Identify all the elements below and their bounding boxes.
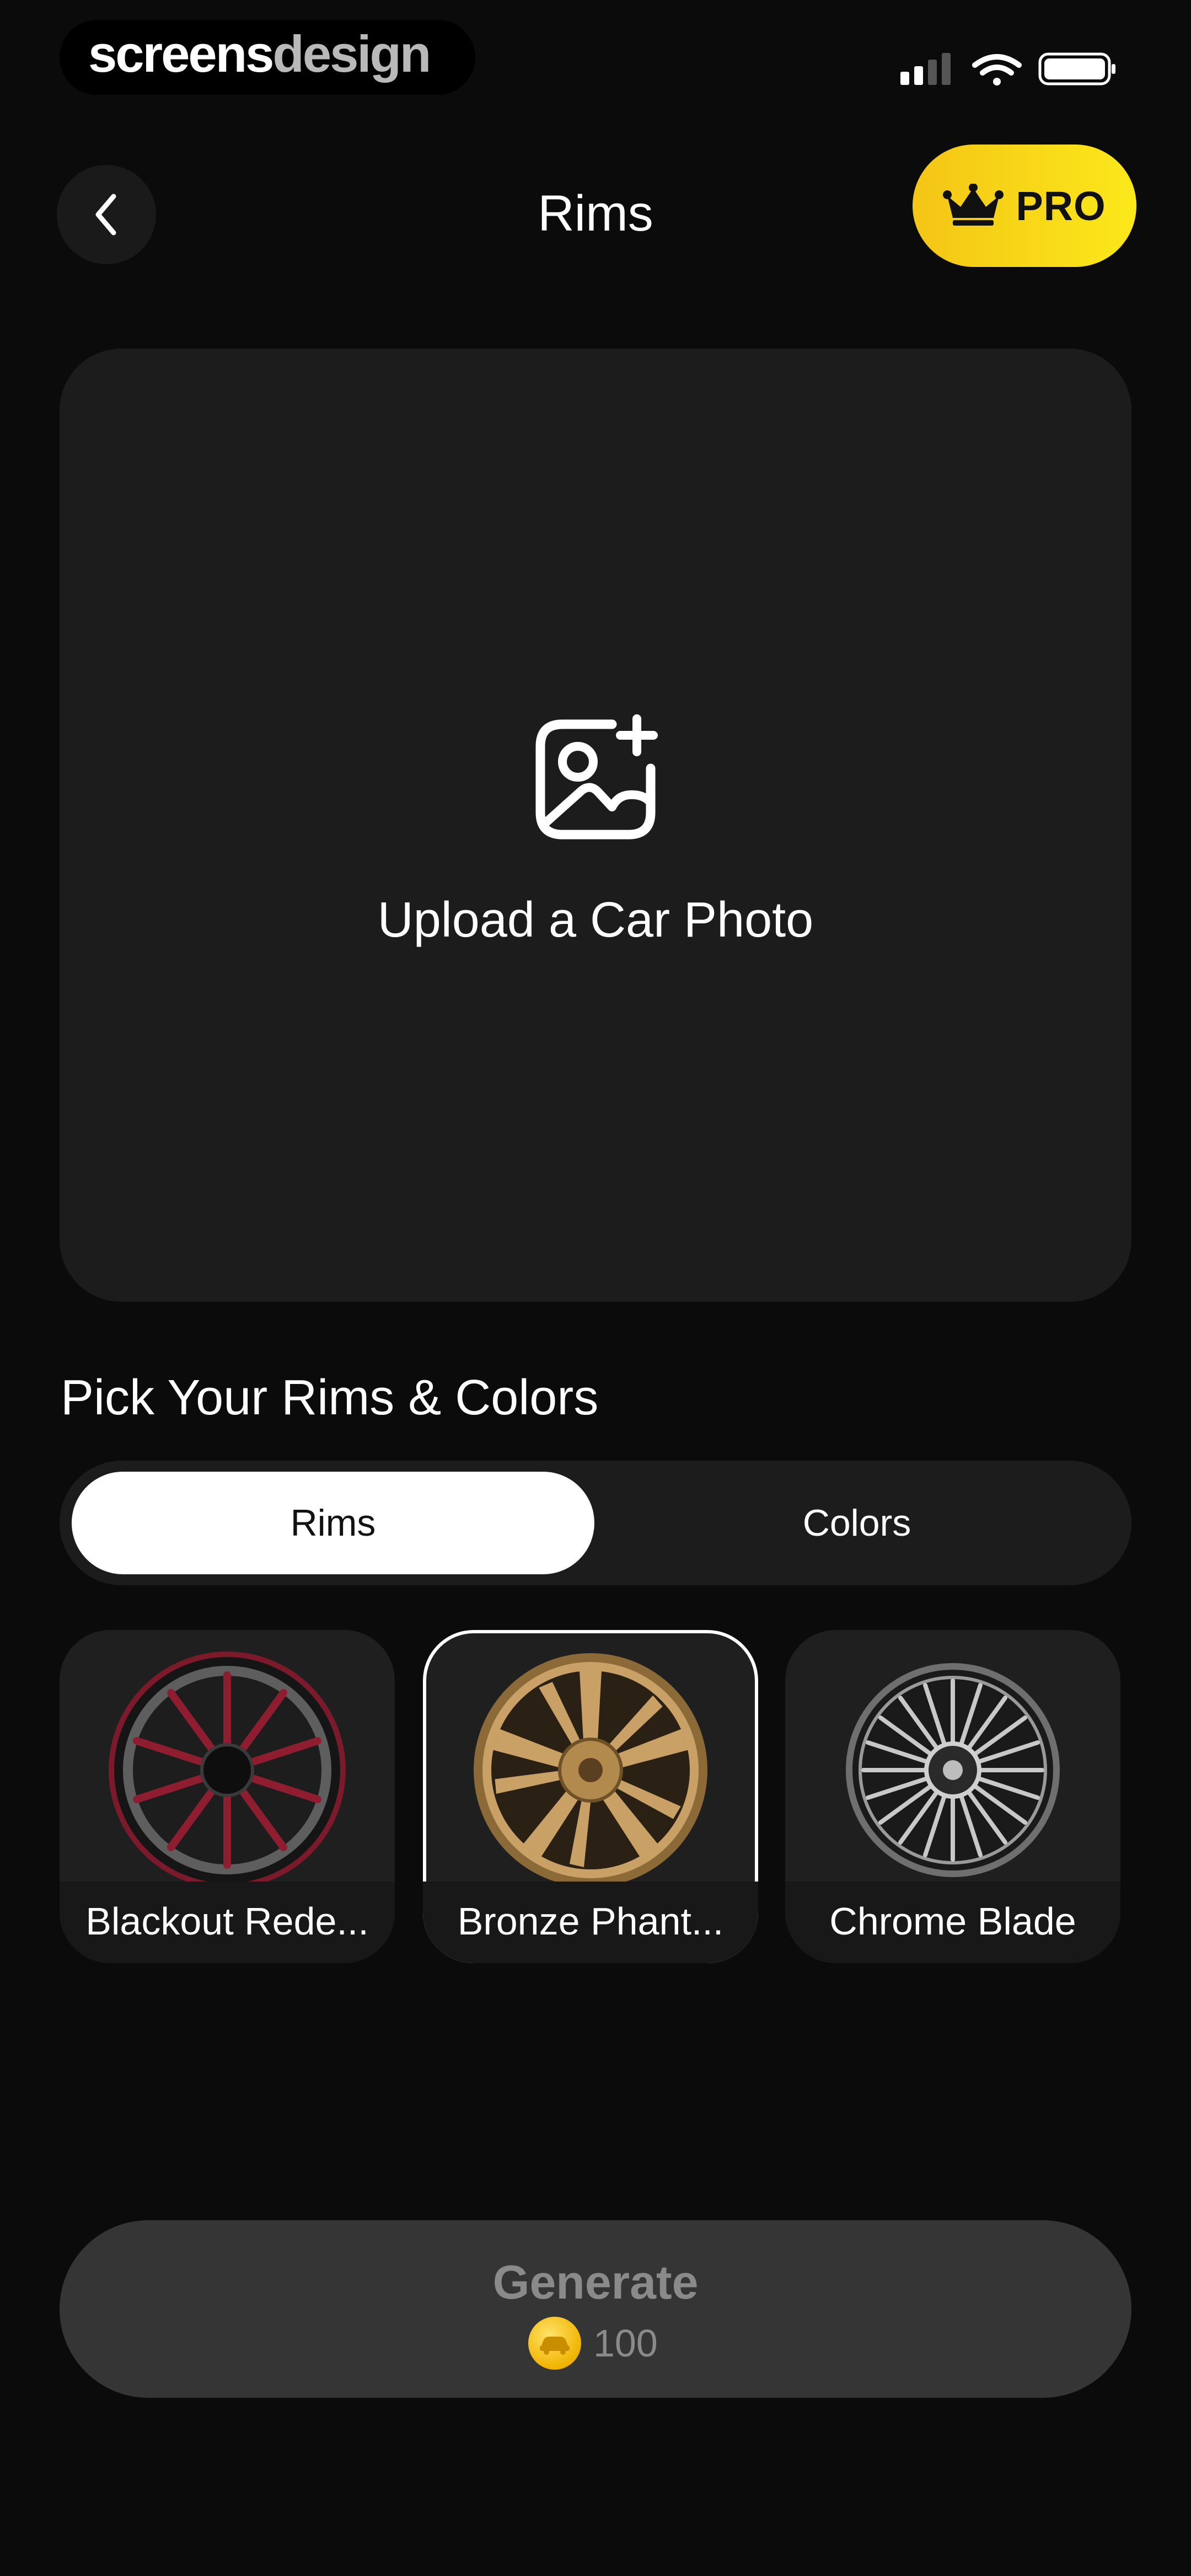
brand-logo-part1: screens (88, 25, 274, 83)
brand-logo: screensdesign (88, 23, 431, 85)
crown-icon (943, 184, 1004, 226)
signal-icon (900, 53, 951, 85)
pro-button[interactable]: PRO (913, 145, 1136, 267)
coin-icon (528, 2317, 581, 2370)
pro-label: PRO (1016, 183, 1106, 229)
rim-wheel-image (846, 1663, 1060, 1877)
tab-rims[interactable]: Rims (72, 1472, 594, 1574)
rim-option-chrome[interactable]: Chrome Blade (785, 1630, 1120, 1963)
rim-name: Bronze Phant... (457, 1900, 724, 1943)
back-chevron-icon (95, 194, 116, 236)
rim-name: Chrome Blade (829, 1900, 1076, 1943)
rim-option-blackout[interactable]: Blackout Rede... (60, 1630, 395, 1963)
rim-name: Blackout Rede... (85, 1900, 369, 1943)
battery-icon (1038, 52, 1115, 85)
section-heading: Pick Your Rims & Colors (61, 1370, 599, 1425)
add-photo-icon (535, 714, 658, 840)
tab-colors[interactable]: Colors (594, 1472, 1119, 1574)
cost-value: 100 (593, 2322, 658, 2365)
rim-wheel-image (109, 1652, 346, 1889)
wifi-icon (972, 54, 1022, 85)
generate-label: Generate (492, 2256, 699, 2309)
generate-cost: 100 (528, 2317, 658, 2370)
upload-label: Upload a Car Photo (377, 892, 814, 948)
brand-logo-part2: design (272, 25, 431, 83)
back-button[interactable] (57, 165, 156, 264)
rim-wheel-image (474, 1653, 707, 1887)
page-title: Rims (538, 185, 653, 242)
rim-option-bronze[interactable]: Bronze Phant... (423, 1630, 758, 1963)
status-icons (900, 52, 1115, 85)
